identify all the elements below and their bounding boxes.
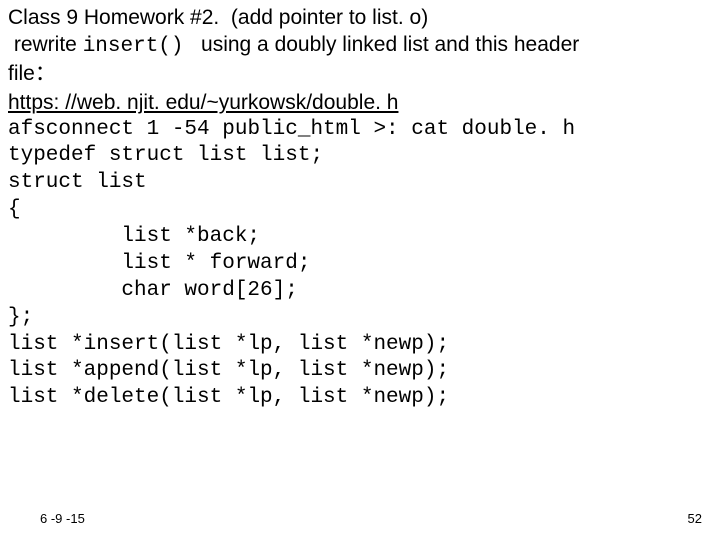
code-line-2: typedef struct list list; [8, 143, 712, 170]
instr-code: insert() [83, 35, 184, 58]
code-line-1: afsconnect 1 -54 public_html >: cat doub… [8, 117, 712, 144]
code-line-10: list *append(list *lp, list *newp); [8, 358, 712, 385]
title-note: (add pointer to list. o) [231, 6, 428, 29]
slide-footer: 6 -9 -15 52 [0, 511, 720, 526]
code-line-6: list * forward; [8, 251, 712, 278]
title-main: Class 9 Homework #2. [8, 6, 231, 29]
file-line: file： [8, 61, 712, 90]
header-link[interactable]: https: //web. njit. edu/~yurkowsk/double… [8, 91, 398, 114]
footer-date: 6 -9 -15 [40, 511, 85, 526]
code-line-11: list *delete(list *lp, list *newp); [8, 385, 712, 412]
code-line-4: { [8, 197, 712, 224]
instruction-line: rewrite insert() using a doubly linked l… [8, 32, 712, 61]
code-line-3: struct list [8, 170, 712, 197]
code-line-9: list *insert(list *lp, list *newp); [8, 332, 712, 359]
link-line: https: //web. njit. edu/~yurkowsk/double… [8, 90, 712, 117]
title-line: Class 9 Homework #2. (add pointer to lis… [8, 5, 712, 32]
instr-b: using a doubly linked list and this head… [184, 33, 580, 56]
code-line-5: list *back; [8, 224, 712, 251]
file-label: file [8, 62, 35, 85]
code-line-7: char word[26]; [8, 278, 712, 305]
slide-content: Class 9 Homework #2. (add pointer to lis… [0, 0, 720, 412]
footer-page-number: 52 [688, 511, 702, 526]
instr-a: rewrite [8, 33, 83, 56]
code-line-8: }; [8, 305, 712, 332]
file-colon: ： [35, 64, 56, 87]
